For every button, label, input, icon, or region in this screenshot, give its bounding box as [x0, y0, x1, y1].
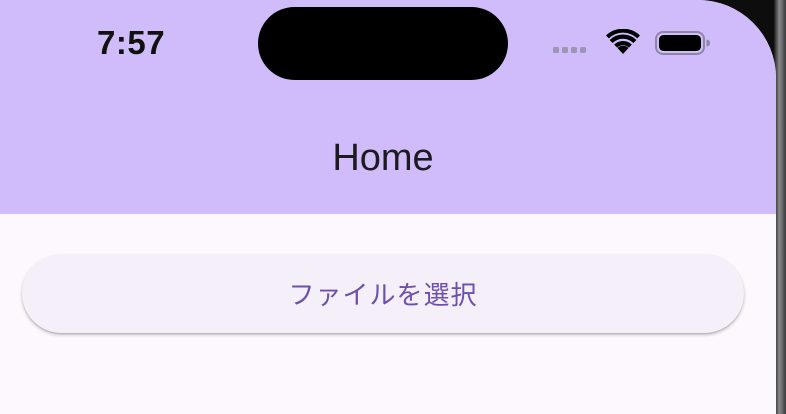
battery-icon — [655, 31, 710, 55]
wifi-icon — [606, 29, 640, 54]
select-file-label: ファイルを選択 — [288, 280, 478, 310]
dynamic-island — [258, 7, 508, 80]
page-title: Home — [332, 137, 434, 179]
app-bar: 7:57 Home — [0, 0, 776, 214]
status-time: 7:57 — [97, 24, 166, 61]
screen: 7:57 Home ファイルを選択 — [0, 0, 776, 414]
device-frame: 7:57 Home ファイルを選択 — [0, 0, 786, 414]
select-file-button[interactable]: ファイルを選択 — [22, 254, 744, 333]
signal-dots-icon — [553, 47, 586, 53]
